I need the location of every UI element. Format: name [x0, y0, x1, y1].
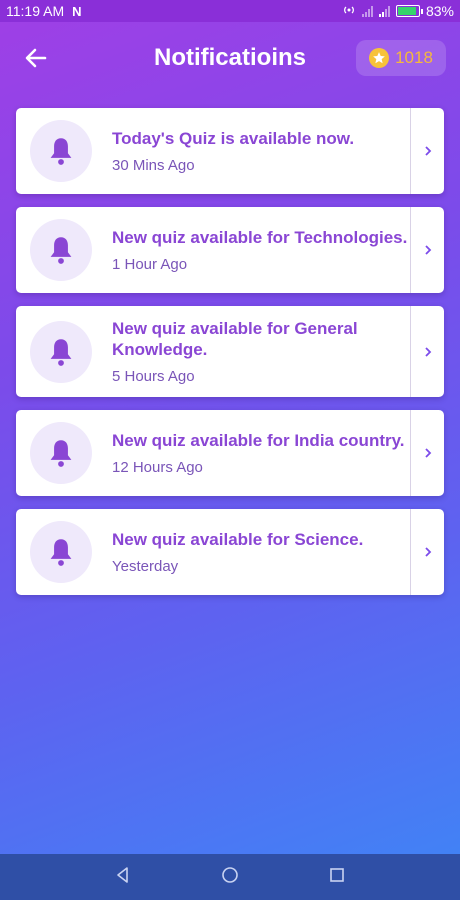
notification-card[interactable]: New quiz available for India country. 12… [16, 410, 444, 496]
signal-icon [361, 5, 373, 17]
chevron-right-icon[interactable] [410, 306, 444, 397]
battery-percent: 83% [425, 3, 454, 19]
chevron-right-icon[interactable] [410, 108, 444, 194]
chevron-right-icon[interactable] [410, 410, 444, 496]
notification-card[interactable]: Today's Quiz is available now. 30 Mins A… [16, 108, 444, 194]
notification-time: 12 Hours Ago [112, 459, 203, 476]
bell-icon [30, 120, 92, 182]
notification-card[interactable]: New quiz available for Science. Yesterda… [16, 509, 444, 595]
notification-title: Today's Quiz is available now. [112, 129, 355, 148]
bell-icon [30, 219, 92, 281]
coins-count: 1018 [395, 48, 433, 67]
battery-icon [395, 5, 423, 17]
notification-card[interactable]: New quiz available for Technologies. 1 H… [16, 207, 444, 293]
coins-badge[interactable]: 1018 [356, 40, 446, 76]
notification-title: New quiz available for General Knowledge… [112, 319, 358, 359]
app-notification-icon: N [72, 3, 82, 19]
notification-time: 5 Hours Ago [112, 368, 195, 385]
status-bar: 11:19 AM N 83% [0, 0, 460, 22]
notification-time: Yesterday [112, 558, 179, 575]
status-time: 11:19 AM [6, 3, 65, 19]
nav-back-icon[interactable] [114, 866, 132, 889]
bell-icon [30, 521, 92, 583]
notification-time: 30 Mins Ago [112, 157, 195, 174]
system-nav-bar [0, 854, 460, 900]
header: Notificatioins 1018 [0, 22, 460, 94]
notification-time: 1 Hour Ago [112, 256, 188, 273]
notification-list: Today's Quiz is available now. 30 Mins A… [16, 108, 444, 608]
nav-recents-icon[interactable] [328, 866, 346, 889]
chevron-right-icon[interactable] [410, 509, 444, 595]
notification-title: New quiz available for Technologies. [112, 228, 408, 247]
signal-icon-2 [378, 5, 390, 17]
hotspot-icon [342, 3, 356, 19]
notification-card[interactable]: New quiz available for General Knowledge… [16, 306, 444, 397]
nav-home-icon[interactable] [221, 866, 239, 889]
bell-icon [30, 320, 92, 383]
chevron-right-icon[interactable] [410, 207, 444, 293]
star-coin-icon [369, 48, 390, 68]
notification-title: New quiz available for India country. [112, 431, 405, 450]
notification-title: New quiz available for Science. [112, 530, 364, 549]
bell-icon [30, 422, 92, 484]
